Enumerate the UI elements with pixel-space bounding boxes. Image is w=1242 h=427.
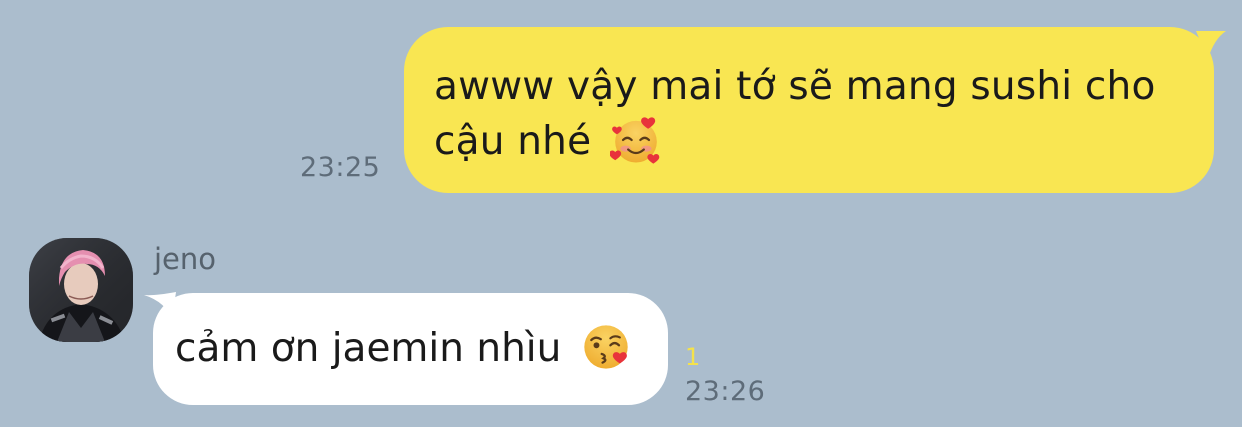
chat-area[interactable]: awww vậy mai tớ sẽ mang sushi cho cậu nh… [0,0,1242,427]
avatar-photo [29,238,133,342]
avatar[interactable] [29,238,133,342]
unread-count: 1 [685,343,701,371]
incoming-message-timestamp: 23:26 [685,376,766,407]
sender-name: jeno [154,242,217,276]
smiling-face-with-hearts-icon [609,117,660,164]
incoming-message-text: cảm ơn jaemin nhìu [175,326,562,371]
outgoing-message-timestamp: 23:25 [300,152,381,183]
face-blowing-a-kiss-icon [584,325,628,369]
incoming-message-bubble[interactable]: cảm ơn jaemin nhìu [153,293,668,405]
outgoing-message-text-line1: awww vậy mai tớ sẽ mang sushi cho [434,64,1156,109]
outgoing-message-text-line2: cậu nhé [434,119,592,164]
outgoing-message-bubble[interactable]: awww vậy mai tớ sẽ mang sushi cho cậu nh… [404,27,1214,193]
